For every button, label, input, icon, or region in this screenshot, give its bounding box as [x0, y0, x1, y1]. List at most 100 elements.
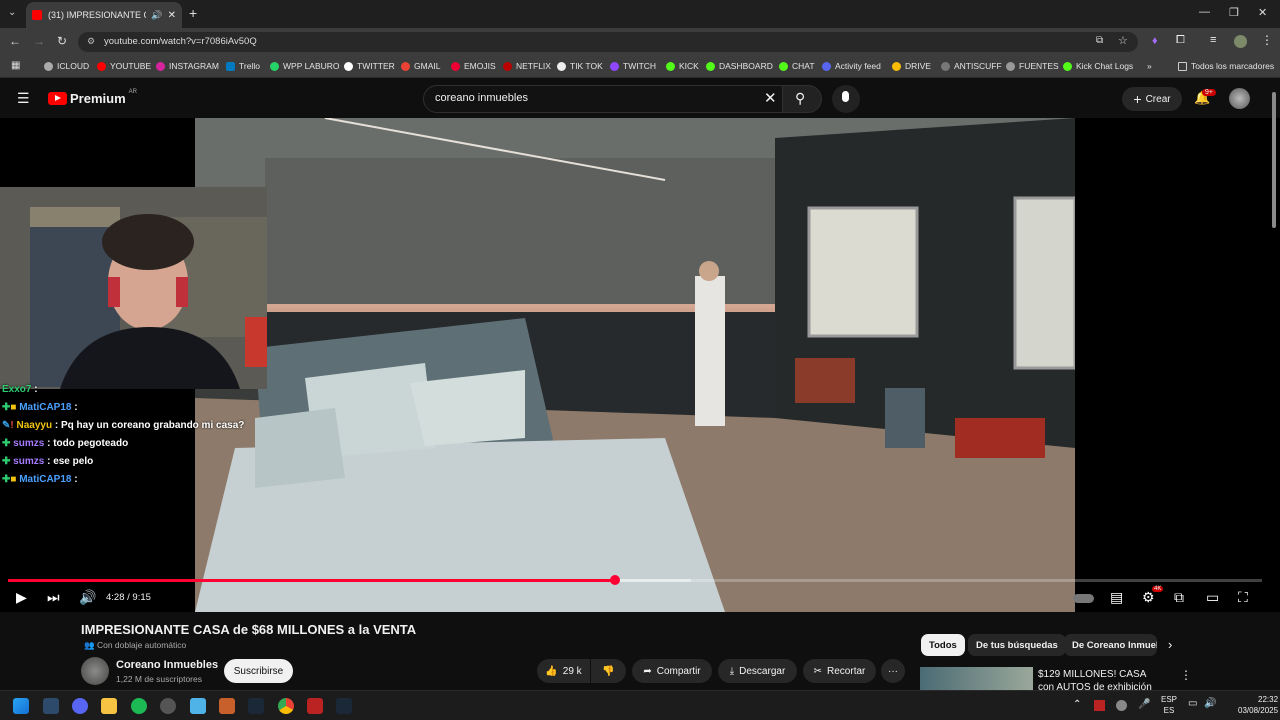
- bookmark-kick[interactable]: KICK: [666, 61, 699, 71]
- voice-search-button[interactable]: [832, 85, 860, 113]
- subtitles-icon[interactable]: ▤: [1110, 589, 1123, 606]
- progress-bar[interactable]: [8, 575, 1262, 585]
- bookmark-youtube[interactable]: YOUTUBE: [97, 61, 151, 71]
- like-button[interactable]: 👍 29 k: [537, 659, 590, 683]
- bookmark-activity-feed[interactable]: Activity feed: [822, 61, 881, 71]
- forward-icon[interactable]: →: [33, 34, 45, 48]
- browser-tab[interactable]: (31) IMPRESIONANTE CASA de $68 MILLONES …: [26, 2, 182, 28]
- steam-icon[interactable]: [336, 698, 352, 714]
- clear-search-icon[interactable]: ✕: [764, 89, 777, 107]
- chip-all[interactable]: Todos: [921, 634, 965, 656]
- youtube-logo[interactable]: Premium AR: [48, 89, 137, 106]
- audio-icon[interactable]: 🔊: [151, 10, 162, 21]
- windows-start-icon[interactable]: [13, 698, 29, 714]
- share-button[interactable]: ➦ Compartir: [632, 659, 712, 683]
- plus-icon: +: [1133, 91, 1142, 107]
- channel-name[interactable]: Coreano Inmuebles: [116, 659, 218, 671]
- game-app-icon[interactable]: [219, 698, 235, 714]
- tray-app-icon[interactable]: [1094, 700, 1105, 711]
- bookmark-antiscuff[interactable]: ANTISCUFF: [941, 61, 1002, 71]
- network-icon[interactable]: ▭: [1188, 698, 1197, 709]
- extension-icon[interactable]: ♦: [1152, 35, 1158, 47]
- reload-icon[interactable]: ↻: [57, 34, 67, 48]
- create-button[interactable]: + Crear: [1122, 87, 1182, 111]
- next-icon[interactable]: ⏭: [47, 589, 60, 606]
- bookmarks-overflow-button[interactable]: »: [1147, 61, 1152, 71]
- language-indicator[interactable]: ESP ES: [1161, 694, 1177, 716]
- more-actions-button[interactable]: ···: [881, 659, 905, 683]
- volume-icon[interactable]: 🔊: [79, 589, 96, 606]
- bookmark-twitter[interactable]: TWITTER: [344, 61, 395, 71]
- extensions-puzzle-icon[interactable]: ⧠: [1176, 34, 1185, 47]
- miniplayer-icon[interactable]: ⧉: [1174, 589, 1184, 606]
- page-scrollbar[interactable]: [1272, 92, 1276, 228]
- system-clock[interactable]: 22:32 03/08/2025: [1238, 694, 1278, 716]
- volume-tray-icon[interactable]: 🔊: [1204, 698, 1216, 709]
- chip-from-channel[interactable]: De Coreano Inmuebles: [1064, 634, 1157, 656]
- bookmark-emojis[interactable]: EMOJIS: [451, 61, 496, 71]
- tray-chevron-icon[interactable]: ⌃: [1073, 699, 1081, 710]
- bookmark-tiktok[interactable]: TIK TOK: [557, 61, 603, 71]
- address-bar[interactable]: ⚙ youtube.com/watch?v=r7086iAv50Q ⧉ ☆: [78, 32, 1138, 52]
- install-icon[interactable]: ⧉: [1096, 35, 1103, 46]
- hamburger-menu-icon[interactable]: ☰: [17, 90, 30, 107]
- search-button[interactable]: ⚲: [782, 85, 822, 113]
- channel-avatar[interactable]: [81, 657, 109, 685]
- bookmark-icloud[interactable]: ICLOUD: [44, 61, 89, 71]
- bookmark-chat[interactable]: CHAT: [779, 61, 815, 71]
- profile-icon[interactable]: [1234, 35, 1247, 48]
- download-button[interactable]: ⤓ Descargar: [718, 659, 797, 683]
- steam-icon[interactable]: [248, 698, 264, 714]
- autoplay-toggle[interactable]: [1073, 594, 1094, 603]
- new-tab-button[interactable]: +: [189, 5, 197, 21]
- discord-icon[interactable]: [72, 698, 88, 714]
- bookmark-dashboard[interactable]: DASHBOARD: [706, 61, 773, 71]
- back-icon[interactable]: ←: [9, 34, 21, 48]
- spotify-icon[interactable]: [131, 698, 147, 714]
- chips-next-icon[interactable]: ›: [1168, 637, 1172, 652]
- account-avatar[interactable]: [1229, 88, 1250, 109]
- minimize-icon[interactable]: —: [1199, 6, 1210, 18]
- obs-app-icon[interactable]: [307, 698, 323, 714]
- bookmark-gmail[interactable]: GMAIL: [401, 61, 440, 71]
- steam-icon[interactable]: [160, 698, 176, 714]
- all-bookmarks-folder[interactable]: Todos los marcadores: [1178, 61, 1274, 71]
- chip-from-searches[interactable]: De tus búsquedas: [968, 634, 1066, 656]
- dislike-button[interactable]: 👎: [591, 659, 626, 683]
- chrome-icon[interactable]: [278, 698, 294, 714]
- close-tab-icon[interactable]: ✕: [168, 10, 176, 21]
- video-player[interactable]: Exxo7 : ✚■ MatiCAP18 : ✎! Naayyu : Pq ha…: [0, 118, 1280, 612]
- reading-list-icon[interactable]: ≡: [1210, 34, 1216, 46]
- apps-grid-icon[interactable]: ▦: [11, 60, 20, 71]
- bookmark-twitch[interactable]: TWITCH: [610, 61, 656, 71]
- video-frame[interactable]: [195, 118, 1075, 612]
- search-input[interactable]: coreano inmuebles ✕: [423, 85, 788, 113]
- bookmark-instagram[interactable]: INSTAGRAM: [156, 61, 219, 71]
- chat-message: ✚ sumzs : todo pegoteado: [2, 438, 129, 449]
- restore-icon[interactable]: ❐: [1229, 6, 1239, 19]
- site-info-icon[interactable]: ⚙: [87, 36, 95, 47]
- bookmark-drive[interactable]: DRIVE: [892, 61, 931, 71]
- bookmark-netflix[interactable]: NETFLIX: [503, 61, 551, 71]
- bookmark-trello[interactable]: Trello: [226, 61, 260, 71]
- close-window-icon[interactable]: ✕: [1258, 6, 1267, 19]
- tray-app-icon[interactable]: [1116, 700, 1127, 711]
- fullscreen-icon[interactable]: ⛶: [1238, 589, 1248, 606]
- subscribe-button[interactable]: Suscribirse: [224, 659, 293, 683]
- tab-search-icon[interactable]: ⌄: [8, 7, 16, 18]
- bookmark-fuentes[interactable]: FUENTES: [1006, 61, 1059, 71]
- tray-mic-icon[interactable]: 🎤: [1138, 699, 1150, 710]
- theater-mode-icon[interactable]: ▭: [1206, 589, 1219, 606]
- bookmark-star-icon[interactable]: ☆: [1118, 34, 1128, 47]
- recommendation-thumbnail[interactable]: [920, 667, 1033, 690]
- bookmark-wpp-laburo[interactable]: WPP LABURO: [270, 61, 340, 71]
- bookmark-kick-chat-logs[interactable]: Kick Chat Logs: [1063, 61, 1133, 71]
- recommendation-menu-icon[interactable]: ⋮: [1180, 668, 1192, 682]
- recommendation-title[interactable]: $129 MILLONES! CASA con AUTOS de exhibic…: [1038, 668, 1163, 690]
- play-icon[interactable]: ▶: [16, 589, 27, 606]
- taskbar-app-icon[interactable]: [43, 698, 59, 714]
- browser-menu-icon[interactable]: ⋮: [1261, 33, 1273, 47]
- clip-button[interactable]: ✂ Recortar: [803, 659, 876, 683]
- file-explorer-icon[interactable]: [101, 698, 117, 714]
- notepad-icon[interactable]: [190, 698, 206, 714]
